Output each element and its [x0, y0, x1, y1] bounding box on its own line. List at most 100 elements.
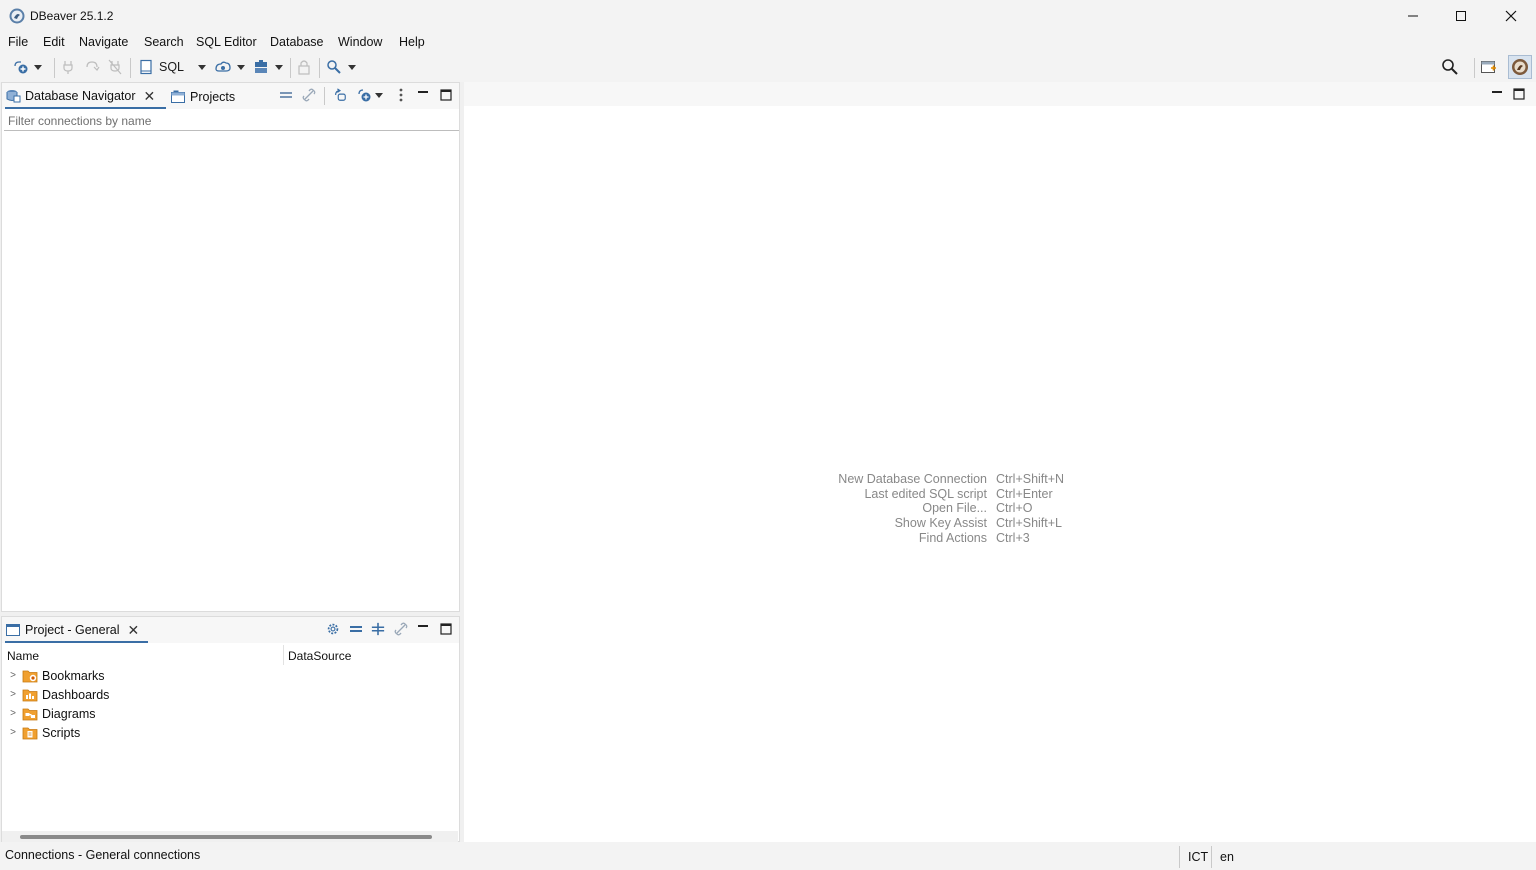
- expand-all-button[interactable]: [371, 622, 385, 636]
- column-divider[interactable]: [283, 645, 284, 665]
- maximize-editor-button[interactable]: [1512, 87, 1526, 101]
- shortcut-row: Show Key Assist Ctrl+Shift+L: [764, 516, 1164, 531]
- toolbar-separator: [54, 58, 55, 78]
- chevron-down-icon: [375, 92, 383, 98]
- tree-item-dashboards[interactable]: > Dashboards: [2, 685, 109, 704]
- global-search-button[interactable]: [1441, 58, 1459, 76]
- link-icon: [394, 622, 408, 636]
- shortcut-label: New Database Connection: [838, 472, 987, 486]
- link-with-editor-button[interactable]: [302, 88, 316, 102]
- refresh-icon: [335, 88, 346, 101]
- collapse-all-button[interactable]: [349, 622, 363, 636]
- chevron-right-icon[interactable]: >: [6, 727, 20, 738]
- expand-all-icon: [371, 622, 385, 636]
- connections-tree[interactable]: [2, 133, 459, 611]
- chevron-down-icon: [34, 64, 42, 70]
- close-icon: [1505, 10, 1517, 22]
- project-column-headers: Name DataSource: [2, 645, 458, 665]
- menu-sql-editor[interactable]: SQL Editor: [196, 35, 257, 49]
- collapse-all-button[interactable]: [279, 88, 293, 102]
- search-dropdown-button[interactable]: [326, 58, 356, 76]
- toolbar-separator: [130, 58, 131, 78]
- menu-edit[interactable]: Edit: [43, 35, 65, 49]
- new-connection-button[interactable]: [12, 58, 42, 76]
- shortcut-hints: New Database Connection Ctrl+Shift+N Las…: [764, 472, 1164, 546]
- collapse-all-icon: [280, 92, 292, 98]
- transaction-mode-button[interactable]: [214, 58, 245, 76]
- filter-connections-field[interactable]: [4, 111, 459, 131]
- shortcut-key: Ctrl+O: [996, 501, 1033, 516]
- shortcut-key: Ctrl+Shift+N: [996, 472, 1065, 486]
- configure-button[interactable]: [326, 622, 340, 636]
- menu-window[interactable]: Window: [338, 35, 382, 49]
- chevron-right-icon[interactable]: >: [6, 689, 20, 700]
- locale-label: en: [1220, 850, 1234, 864]
- shortcut-row: New Database Connection Ctrl+Shift+N: [764, 472, 1164, 487]
- chevron-down-icon: [275, 64, 283, 70]
- close-icon[interactable]: ✕: [143, 88, 155, 105]
- database-navigator-icon: [6, 90, 21, 103]
- gear-icon: [327, 623, 339, 635]
- more-vertical-icon: [399, 88, 403, 102]
- new-connection-dropdown[interactable]: [356, 88, 386, 102]
- refresh-button[interactable]: [333, 88, 347, 102]
- minimize-editor-button[interactable]: [1490, 86, 1504, 100]
- new-connection-icon: [14, 61, 28, 74]
- add-connection-icon: [358, 89, 371, 102]
- minimize-button[interactable]: [1388, 0, 1438, 32]
- open-perspective-button[interactable]: [1480, 58, 1498, 76]
- menu-navigate[interactable]: Navigate: [79, 35, 128, 49]
- tab-project-general[interactable]: Project - General ✕: [5, 619, 148, 643]
- column-header-datasource[interactable]: DataSource: [288, 649, 351, 663]
- filter-connections-input[interactable]: [4, 111, 459, 130]
- minimize-view-button[interactable]: [416, 620, 430, 634]
- chevron-right-icon[interactable]: >: [6, 708, 20, 719]
- menu-file[interactable]: File: [8, 35, 28, 49]
- tree-item-label: Dashboards: [42, 687, 110, 702]
- disconnect-button: [108, 58, 122, 76]
- view-menu-button[interactable]: [394, 88, 408, 102]
- search-icon: [1442, 59, 1458, 75]
- bookmarks-folder-icon: [22, 670, 38, 682]
- tree-item-bookmarks[interactable]: > Bookmarks: [2, 666, 105, 685]
- shortcut-label: Last edited SQL script: [864, 486, 987, 501]
- status-timezone[interactable]: ICT: [1179, 846, 1210, 868]
- close-window-button[interactable]: [1486, 0, 1536, 32]
- menu-search[interactable]: Search: [144, 35, 184, 49]
- minimize-view-button[interactable]: [416, 86, 430, 100]
- shortcut-key: Ctrl+Shift+L: [996, 516, 1063, 531]
- scripts-folder-icon: [22, 727, 38, 739]
- tree-item-diagrams[interactable]: > Diagrams: [2, 704, 95, 723]
- minimize-icon: [418, 625, 428, 627]
- maximize-view-button[interactable]: [439, 622, 453, 636]
- search-icon: [327, 60, 341, 74]
- diagrams-folder-icon: [22, 708, 38, 720]
- menu-database[interactable]: Database: [270, 35, 324, 49]
- tree-item-scripts[interactable]: > Scripts: [2, 723, 80, 742]
- disconnect-icon: [108, 59, 122, 75]
- tree-item-label: Bookmarks: [42, 668, 105, 683]
- maximize-button[interactable]: [1436, 0, 1486, 32]
- lock-icon: [298, 60, 310, 75]
- project-tab-strip: Project - General ✕: [2, 617, 459, 643]
- menu-help[interactable]: Help: [399, 35, 425, 49]
- status-locale[interactable]: en: [1211, 846, 1239, 868]
- link-with-editor-button[interactable]: [394, 622, 408, 636]
- chevron-right-icon[interactable]: >: [6, 670, 20, 681]
- maximize-view-button[interactable]: [439, 88, 453, 102]
- sql-editor-button[interactable]: SQL: [139, 58, 207, 76]
- toolbar-separator: [290, 58, 291, 78]
- dbeaver-perspective-icon: [1512, 59, 1528, 75]
- close-icon[interactable]: ✕: [127, 622, 139, 639]
- connect-button: [61, 58, 75, 76]
- tab-projects[interactable]: Projects: [170, 85, 235, 109]
- commit-mode-button[interactable]: [253, 58, 283, 76]
- column-header-name[interactable]: Name: [7, 649, 39, 663]
- open-perspective-icon: [1481, 61, 1496, 73]
- dbeaver-perspective-button[interactable]: [1508, 55, 1532, 79]
- dbeaver-logo-icon: [9, 8, 25, 24]
- scrollbar-thumb[interactable]: [20, 835, 432, 839]
- tab-database-navigator[interactable]: Database Navigator ✕: [5, 85, 166, 109]
- shortcut-label: Open File...: [922, 501, 987, 516]
- collapse-all-icon: [350, 626, 362, 632]
